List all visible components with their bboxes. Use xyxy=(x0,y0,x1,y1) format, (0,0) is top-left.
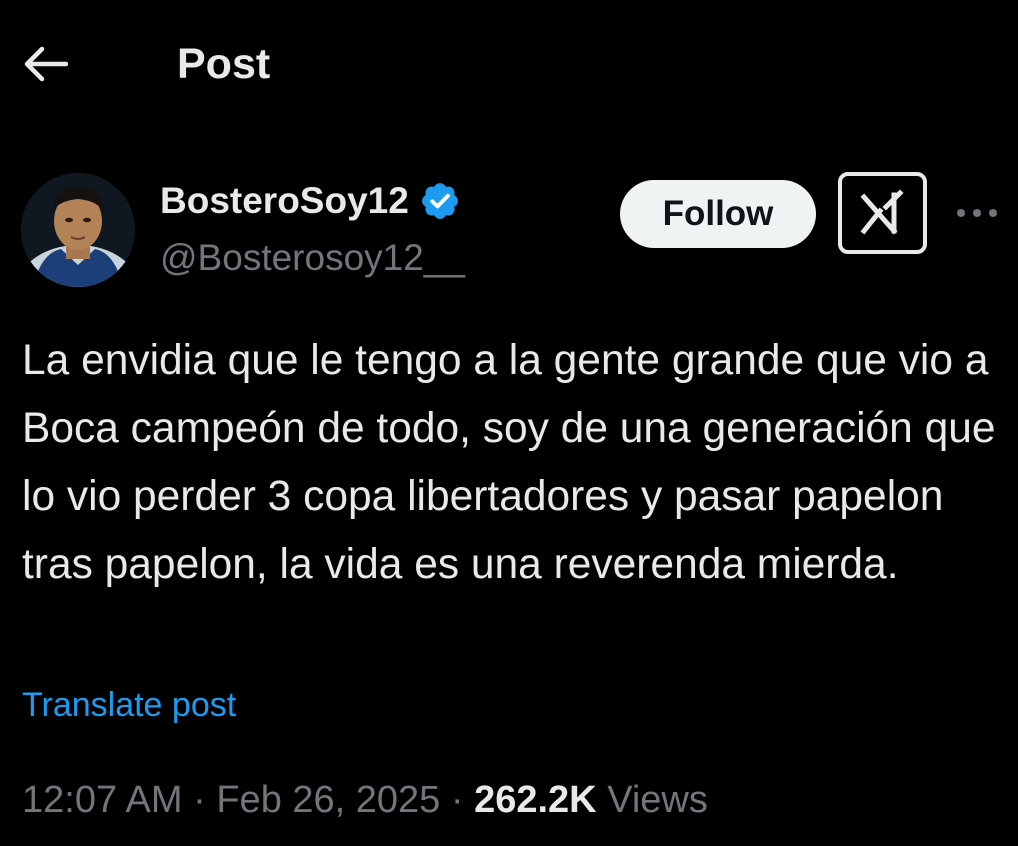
post-author: BosteroSoy12 @Bosterosoy12__ Follow xyxy=(0,165,1018,295)
meta-separator: · xyxy=(440,779,475,821)
views-label: Views xyxy=(596,779,708,821)
follow-button[interactable]: Follow xyxy=(620,180,816,248)
post-time[interactable]: 12:07 AM xyxy=(22,779,183,821)
display-name: BosteroSoy12 xyxy=(160,180,409,221)
page-title: Post xyxy=(177,40,271,88)
meta-separator: · xyxy=(182,779,217,821)
more-options-button[interactable] xyxy=(952,193,1002,233)
arrow-left-icon xyxy=(24,46,68,82)
more-horizontal-icon xyxy=(957,209,997,217)
back-button[interactable] xyxy=(16,38,74,90)
top-bar: Post xyxy=(0,0,1018,128)
grok-icon xyxy=(859,189,904,235)
post-date[interactable]: Feb 26, 2025 xyxy=(216,779,440,821)
handle[interactable]: @Bosterosoy12__ xyxy=(160,236,465,280)
translate-post-link[interactable]: Translate post xyxy=(22,684,236,726)
avatar[interactable] xyxy=(21,173,135,287)
avatar-image xyxy=(21,173,135,287)
post-meta: 12:07 AM · Feb 26, 2025 · 262.2K Views xyxy=(22,776,708,824)
post-text: La envidia que le tengo a la gente grand… xyxy=(22,337,1008,588)
views-count[interactable]: 262.2K xyxy=(474,779,597,821)
verified-badge-icon xyxy=(421,183,458,219)
grok-button[interactable] xyxy=(838,172,927,254)
display-name-link[interactable]: BosteroSoy12 xyxy=(160,179,461,223)
